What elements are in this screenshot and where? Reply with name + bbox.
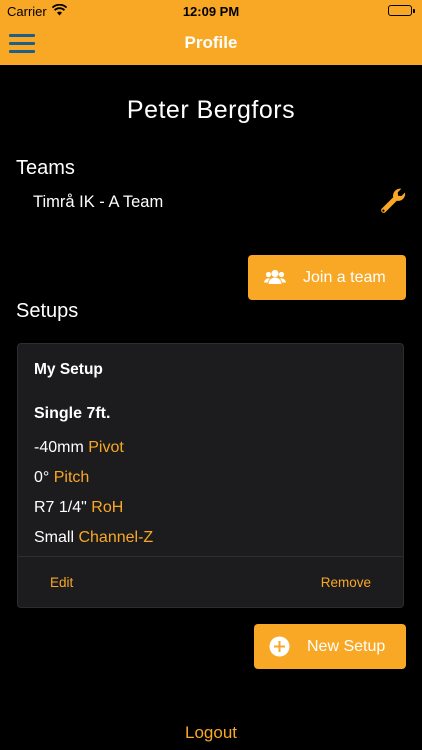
join-team-button[interactable]: Join a team bbox=[248, 255, 406, 300]
profile-name: Peter Bergfors bbox=[126, 96, 296, 124]
setup-card: My Setup Single 7ft. -40mm Pivot 0° Pitc… bbox=[17, 343, 404, 608]
channel-z-value: Small bbox=[34, 529, 75, 546]
wrench-icon[interactable] bbox=[378, 186, 408, 216]
roh-label: RoH bbox=[91, 499, 124, 516]
setups-heading: Setups bbox=[16, 300, 79, 322]
page-title: Profile bbox=[184, 33, 238, 52]
teams-heading: Teams bbox=[16, 157, 75, 179]
card-divider bbox=[18, 556, 403, 557]
status-bar: Carrier 12:09 PM bbox=[0, 0, 422, 22]
nav-bar: Profile bbox=[0, 22, 422, 65]
new-setup-label: New Setup bbox=[307, 638, 386, 655]
pitch-label: Pitch bbox=[53, 469, 90, 486]
pivot-label: Pivot bbox=[88, 439, 124, 456]
setup-row-pivot: -40mm Pivot bbox=[34, 439, 124, 457]
plus-circle-icon bbox=[269, 636, 290, 662]
channel-z-label: Channel-Z bbox=[78, 529, 154, 546]
setup-type: Single 7ft. bbox=[34, 405, 111, 422]
battery-icon bbox=[388, 5, 412, 16]
users-icon bbox=[264, 269, 286, 290]
pitch-value: 0° bbox=[34, 469, 50, 486]
setup-name: My Setup bbox=[34, 361, 103, 378]
join-team-label: Join a team bbox=[303, 269, 386, 286]
roh-value: R7 1/4" bbox=[34, 499, 87, 516]
status-time: 12:09 PM bbox=[182, 4, 240, 19]
edit-setup-link[interactable]: Edit bbox=[50, 575, 73, 590]
remove-setup-link[interactable]: Remove bbox=[321, 575, 371, 590]
logout-button[interactable]: Logout bbox=[0, 723, 422, 743]
setup-row-pitch: 0° Pitch bbox=[34, 469, 89, 487]
setup-row-roh: R7 1/4" RoH bbox=[34, 499, 123, 517]
pivot-value: -40mm bbox=[34, 439, 84, 456]
team-name[interactable]: Timrå IK - A Team bbox=[33, 193, 163, 212]
battery-tip bbox=[413, 9, 415, 13]
setup-row-channel-z: Small Channel-Z bbox=[34, 529, 153, 547]
new-setup-button[interactable]: New Setup bbox=[254, 624, 406, 669]
